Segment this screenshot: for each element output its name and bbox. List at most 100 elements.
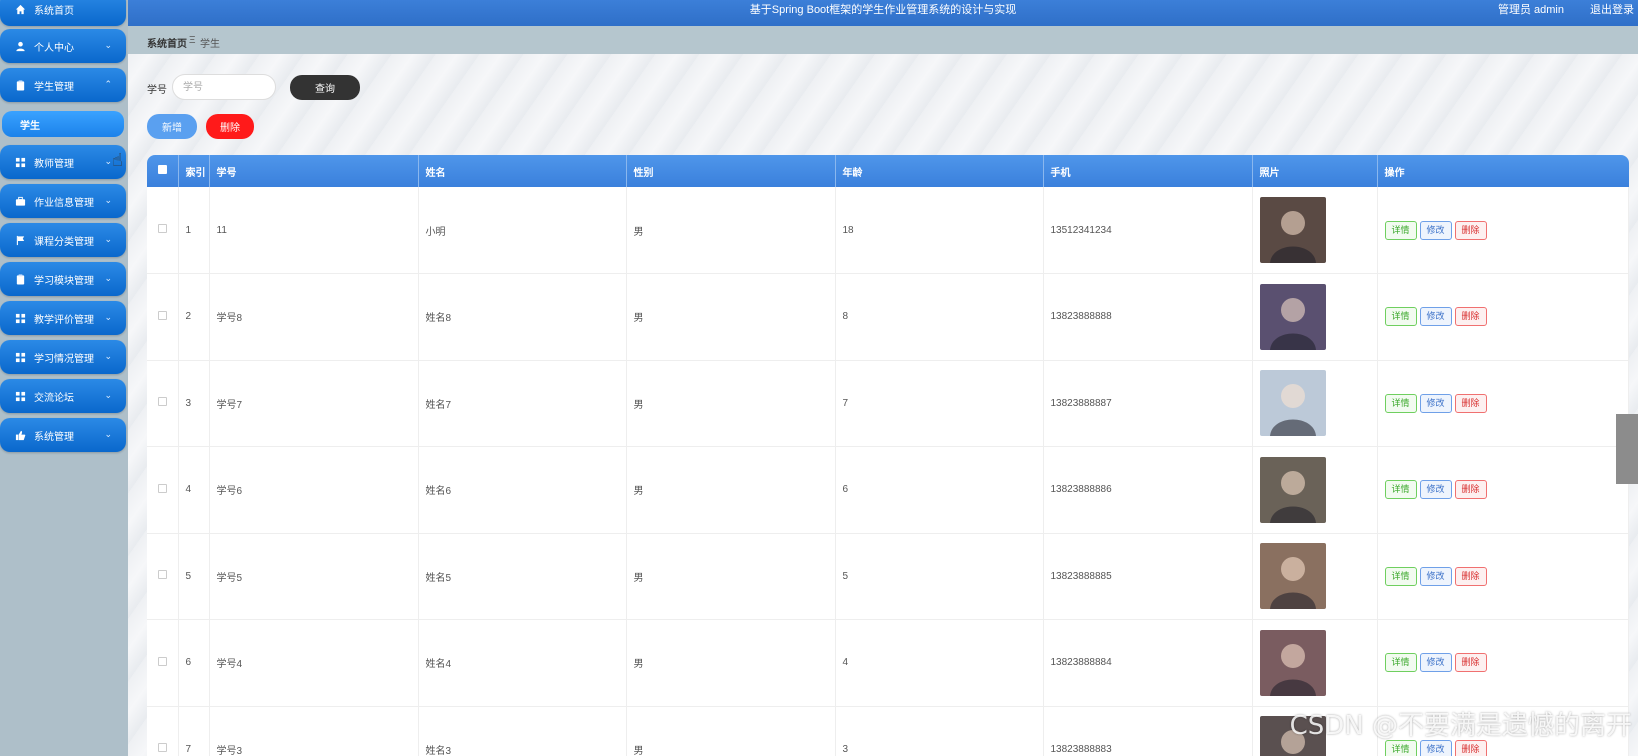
breadcrumb-home[interactable]: 系统首页	[147, 35, 187, 50]
delete-button[interactable]: 删除	[1454, 739, 1487, 756]
table-row: 6 学号4 姓名4 男 4 13823888884 详情 修改 删除	[147, 619, 1629, 707]
delete-button[interactable]: 删除	[1454, 480, 1487, 500]
cell-gender: 男	[626, 360, 836, 447]
edit-button[interactable]: 修改	[1419, 220, 1452, 240]
cell-phone: 13823888883	[1043, 706, 1253, 756]
cell-index: 6	[178, 619, 210, 707]
sidebar-item-forum[interactable]: 交流论坛 ⌄	[0, 379, 126, 413]
row-checkbox[interactable]	[147, 187, 179, 274]
sidebar-item-label: 学生管理	[34, 81, 74, 93]
cell-student-id: 学号3	[209, 706, 419, 756]
detail-button[interactable]: 详情	[1384, 739, 1417, 756]
row-checkbox[interactable]	[147, 533, 179, 620]
sidebar-item-study-status[interactable]: 学习情况管理 ⌄	[0, 340, 126, 374]
edit-button[interactable]: 修改	[1419, 393, 1452, 413]
sidebar-item-label: 系统首页	[34, 5, 74, 17]
detail-button[interactable]: 详情	[1384, 566, 1417, 586]
detail-button[interactable]: 详情	[1384, 653, 1417, 673]
cell-age: 4	[835, 619, 1044, 707]
scrollbar-thumb[interactable]	[1616, 414, 1638, 484]
sidebar-item-homework-management[interactable]: 作业信息管理 ⌄	[0, 184, 126, 218]
sidebar-item-study-module[interactable]: 学习模块管理 ⌄	[0, 262, 126, 296]
cell-age: 6	[835, 446, 1044, 534]
delete-button[interactable]: 删除	[1454, 566, 1487, 586]
cell-index: 4	[178, 446, 210, 534]
briefcase-icon	[14, 195, 26, 207]
cell-name: 姓名7	[418, 360, 627, 447]
cell-gender: 男	[626, 446, 836, 534]
edit-button[interactable]: 修改	[1419, 566, 1452, 586]
breadcrumb: 系统首页 Ξ 学生	[128, 26, 1638, 54]
breadcrumb-current: 学生	[200, 39, 220, 50]
sidebar-item-system-management[interactable]: 系统管理 ⌄	[0, 418, 126, 452]
sidebar-item-home[interactable]: 系统首页	[0, 0, 126, 26]
delete-button[interactable]: 删除	[1454, 220, 1487, 240]
edit-button[interactable]: 修改	[1419, 653, 1452, 673]
chevron-down-icon: ⌄	[104, 234, 112, 244]
delete-button[interactable]: 删除	[1454, 307, 1487, 327]
row-checkbox[interactable]	[147, 706, 179, 756]
cell-name: 姓名3	[418, 706, 627, 756]
row-checkbox[interactable]	[147, 446, 179, 534]
cell-index: 1	[178, 187, 210, 274]
cell-gender: 男	[626, 706, 836, 756]
watermark: CSDN @不要满是遗憾的离开	[1289, 711, 1632, 741]
cell-age: 3	[835, 706, 1044, 756]
batch-delete-button[interactable]: 删除	[206, 114, 254, 139]
student-photo	[1259, 197, 1326, 263]
delete-button[interactable]: 删除	[1454, 653, 1487, 673]
sidebar-item-teaching-evaluation[interactable]: 教学评价管理 ⌄	[0, 301, 126, 335]
breadcrumb-separator: Ξ	[189, 35, 196, 46]
student-photo	[1259, 543, 1326, 610]
delete-button[interactable]: 删除	[1454, 393, 1487, 413]
column-header: 照片	[1252, 155, 1378, 187]
search-input[interactable]	[172, 74, 276, 100]
sidebar-subitem-student[interactable]: 学生	[2, 111, 124, 137]
app-title: 基于Spring Boot框架的学生作业管理系统的设计与实现	[749, 4, 1017, 16]
edit-button[interactable]: 修改	[1419, 307, 1452, 327]
sidebar: 系统首页 个人中心 ⌄ 学生管理 ⌃ 学生 教师管理 ⌄ 作业信息管理 ⌄ 课程…	[0, 0, 128, 756]
cell-name: 小明	[418, 187, 627, 274]
sidebar-item-label: 课程分类管理	[34, 236, 94, 248]
chevron-down-icon: ⌄	[104, 390, 112, 400]
cell-name: 姓名5	[418, 533, 627, 620]
cell-phone: 13823888885	[1043, 533, 1253, 620]
cell-student-id: 学号5	[209, 533, 419, 620]
detail-button[interactable]: 详情	[1384, 220, 1417, 240]
sidebar-item-label: 教学评价管理	[34, 314, 94, 326]
select-all-checkbox[interactable]	[147, 155, 179, 187]
column-header: 姓名	[418, 155, 627, 187]
add-button[interactable]: 新增	[147, 114, 197, 139]
sidebar-item-teacher-management[interactable]: 教师管理 ⌄	[0, 145, 126, 179]
cell-name: 姓名4	[418, 619, 627, 707]
sidebar-item-student-management[interactable]: 学生管理 ⌃	[0, 68, 126, 102]
cell-index: 3	[178, 360, 210, 447]
cell-student-id: 学号7	[209, 360, 419, 447]
sidebar-item-label: 学习情况管理	[34, 353, 94, 365]
detail-button[interactable]: 详情	[1384, 307, 1417, 327]
cell-age: 18	[835, 187, 1044, 274]
sidebar-item-label: 交流论坛	[34, 392, 74, 404]
cell-phone: 13823888884	[1043, 619, 1253, 707]
chevron-up-icon: ⌃	[104, 79, 112, 89]
table-header-row: 索引 学号 姓名 性别 年龄 手机 照片 操作	[147, 155, 1629, 187]
detail-button[interactable]: 详情	[1384, 480, 1417, 500]
home-icon	[14, 3, 26, 15]
logout-link[interactable]: 退出登录	[1590, 1, 1634, 17]
cell-index: 2	[178, 273, 210, 361]
sidebar-item-label: 系统管理	[34, 431, 74, 443]
cell-student-id: 学号6	[209, 446, 419, 534]
edit-button[interactable]: 修改	[1419, 480, 1452, 500]
edit-button[interactable]: 修改	[1419, 739, 1452, 756]
column-header: 学号	[209, 155, 419, 187]
query-button[interactable]: 查询	[290, 75, 360, 100]
row-checkbox[interactable]	[147, 360, 179, 447]
table-row: 4 学号6 姓名6 男 6 13823888886 详情 修改 删除	[147, 446, 1629, 534]
row-checkbox[interactable]	[147, 273, 179, 361]
user-icon	[14, 40, 26, 52]
sidebar-item-profile[interactable]: 个人中心 ⌄	[0, 29, 126, 63]
sidebar-item-course-category[interactable]: 课程分类管理 ⌄	[0, 223, 126, 257]
row-checkbox[interactable]	[147, 619, 179, 707]
table-row: 1 11 小明男 18 13512341234 详情 修改 删除	[147, 187, 1629, 274]
detail-button[interactable]: 详情	[1384, 393, 1417, 413]
